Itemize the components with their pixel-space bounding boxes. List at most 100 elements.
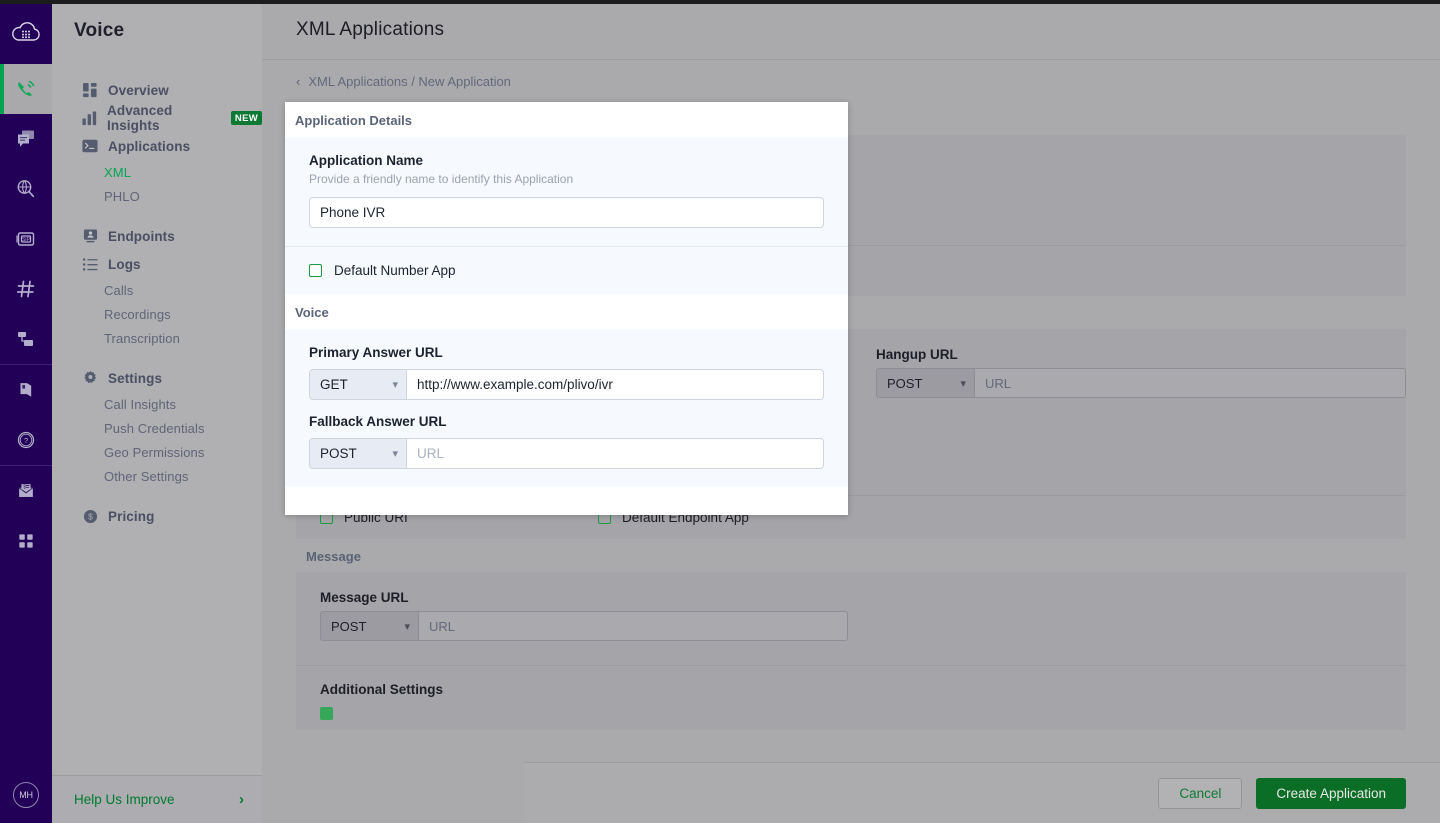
- message-url-placeholder: URL: [429, 619, 455, 634]
- sidebar-subitem-label: Calls: [104, 283, 133, 298]
- primary-answer-method-value: GET: [320, 377, 348, 392]
- create-application-button[interactable]: Create Application: [1256, 778, 1406, 809]
- page-title: XML Applications: [296, 19, 444, 41]
- sidebar-subitem-label: XML: [104, 165, 131, 180]
- primary-answer-method-select[interactable]: GET ▾: [309, 369, 407, 400]
- sidebar-item-label: Pricing: [108, 509, 154, 524]
- fallback-answer-url-label: Fallback Answer URL: [309, 414, 824, 429]
- message-url-row[interactable]: POST ▾ URL: [320, 611, 848, 641]
- rail-item-phone-numbers[interactable]: [0, 264, 52, 314]
- sidebar-item-phlo[interactable]: PHLO: [52, 184, 262, 208]
- gear-icon: [82, 370, 98, 386]
- sidebar-item-overview[interactable]: Overview: [52, 76, 262, 104]
- message-card: Message URL POST ▾ URL: [296, 572, 1406, 665]
- additional-settings-checkbox[interactable]: [320, 707, 333, 720]
- voice-card: Primary Answer URL GET ▾ http://www.exam…: [285, 329, 848, 487]
- voice-section-label: Voice: [285, 294, 848, 329]
- sidebar-item-calls[interactable]: Calls: [52, 278, 262, 302]
- application-details-section-label: Application Details: [285, 102, 848, 137]
- rail-item-messaging[interactable]: [0, 114, 52, 164]
- sidebar-subitem-label: Other Settings: [104, 469, 189, 484]
- sidebar-nav-list: Overview Advanced Insights NEW: [52, 42, 262, 775]
- bar-chart-icon: [82, 110, 97, 126]
- sidebar-item-label: Advanced Insights: [107, 103, 216, 133]
- help-us-improve-label: Help Us Improve: [74, 792, 175, 807]
- new-application-modal: Application Details Application Name Pro…: [285, 102, 848, 515]
- rail-item-apps[interactable]: [0, 516, 52, 566]
- cloud-dialpad-logo-icon[interactable]: [0, 0, 52, 64]
- primary-answer-url-field: Primary Answer URL GET ▾ http://www.exam…: [309, 345, 824, 400]
- phone-waves-icon: [14, 77, 38, 101]
- sidebar-subitem-label: Call Insights: [104, 397, 176, 412]
- default-number-app-label: Default Number App: [334, 263, 456, 278]
- sidebar-item-push-credentials[interactable]: Push Credentials: [52, 416, 262, 440]
- sidebar-item-geo-permissions[interactable]: Geo Permissions: [52, 440, 262, 464]
- sidebar-item-endpoints[interactable]: Endpoints: [52, 222, 262, 250]
- cancel-button[interactable]: Cancel: [1158, 778, 1242, 809]
- additional-settings-label: Additional Settings: [320, 682, 1382, 697]
- sidebar-item-recordings[interactable]: Recordings: [52, 302, 262, 326]
- page-header: XML Applications: [262, 0, 1440, 60]
- window-top-bar: [0, 0, 1440, 4]
- message-url-label: Message URL: [320, 590, 848, 605]
- application-name-value: Phone IVR: [320, 205, 385, 220]
- nav-gap: [52, 208, 262, 222]
- help-question-icon: ?: [15, 429, 37, 451]
- fallback-answer-method-select[interactable]: POST ▾: [309, 438, 407, 469]
- chevron-down-icon: ▾: [404, 620, 410, 633]
- default-number-app-checkbox-row[interactable]: Default Number App: [309, 263, 824, 278]
- message-url-input[interactable]: URL: [418, 611, 848, 641]
- primary-answer-url-row[interactable]: GET ▾ http://www.example.com/plivo/ivr: [309, 369, 824, 400]
- endpoint-user-icon: [82, 228, 98, 244]
- help-us-improve-button[interactable]: Help Us Improve ›: [52, 775, 262, 823]
- rail-item-network[interactable]: [0, 314, 52, 364]
- sidebar-item-applications[interactable]: Applications: [52, 132, 262, 160]
- sidebar-title: Voice: [52, 0, 262, 42]
- sidebar-item-label: Applications: [108, 139, 190, 154]
- application-name-input[interactable]: Phone IVR: [309, 197, 824, 228]
- sidebar-item-xml[interactable]: XML: [52, 160, 262, 184]
- fallback-answer-url-field: Fallback Answer URL POST ▾ URL: [309, 414, 824, 469]
- terminal-prompt-icon: [82, 138, 98, 154]
- sidebar-item-pricing[interactable]: $ Pricing: [52, 502, 262, 530]
- rail-item-billing[interactable]: $: [0, 466, 52, 516]
- sidebar-item-other-settings[interactable]: Other Settings: [52, 464, 262, 488]
- breadcrumb[interactable]: ‹ XML Applications / New Application: [262, 60, 1440, 102]
- primary-answer-url-input[interactable]: http://www.example.com/plivo/ivr: [407, 369, 824, 400]
- apps-grid-icon: [16, 531, 36, 551]
- rail-item-lookup[interactable]: [0, 164, 52, 214]
- additional-settings-checkbox-row[interactable]: [320, 707, 1382, 720]
- sidebar-item-call-insights[interactable]: Call Insights: [52, 392, 262, 416]
- sidebar-subitem-label: Geo Permissions: [104, 445, 204, 460]
- default-number-app-checkbox[interactable]: [309, 264, 322, 277]
- dollar-circle-icon: $: [82, 508, 98, 524]
- hangup-url-input[interactable]: URL: [974, 368, 1406, 398]
- message-method-select[interactable]: POST ▾: [320, 611, 418, 641]
- rail-item-sip-trunking[interactable]: SIP: [0, 214, 52, 264]
- sidebar-item-label: Endpoints: [108, 229, 175, 244]
- sidebar-item-logs[interactable]: Logs: [52, 250, 262, 278]
- chevron-down-icon: ▾: [960, 377, 966, 390]
- rail-item-docs[interactable]: [0, 365, 52, 415]
- sidebar-item-label: Overview: [108, 83, 169, 98]
- message-section-label: Message: [296, 539, 1406, 572]
- sidebar-item-settings[interactable]: Settings: [52, 364, 262, 392]
- chevron-left-icon[interactable]: ‹: [296, 74, 300, 89]
- application-name-card: Application Name Provide a friendly name…: [285, 137, 848, 246]
- fallback-answer-url-input[interactable]: URL: [407, 438, 824, 469]
- nav-gap-3: [52, 488, 262, 502]
- sidebar-item-label: Settings: [108, 371, 162, 386]
- avatar[interactable]: MH: [0, 767, 52, 823]
- svg-text:?: ?: [24, 436, 28, 445]
- rail-item-help[interactable]: ?: [0, 415, 52, 465]
- hangup-method-select[interactable]: POST ▾: [876, 368, 974, 398]
- app-root: SIP: [0, 0, 1440, 823]
- fallback-answer-url-row[interactable]: POST ▾ URL: [309, 438, 824, 469]
- billing-envelope-icon: $: [15, 480, 37, 502]
- hangup-url-row[interactable]: POST ▾ URL: [876, 368, 1406, 398]
- rail-item-voice[interactable]: [0, 64, 52, 114]
- hangup-url-placeholder: URL: [985, 376, 1011, 391]
- sidebar-item-advanced-insights[interactable]: Advanced Insights NEW: [52, 104, 262, 132]
- sip-trunking-icon: SIP: [14, 227, 38, 251]
- sidebar-item-transcription[interactable]: Transcription: [52, 326, 262, 350]
